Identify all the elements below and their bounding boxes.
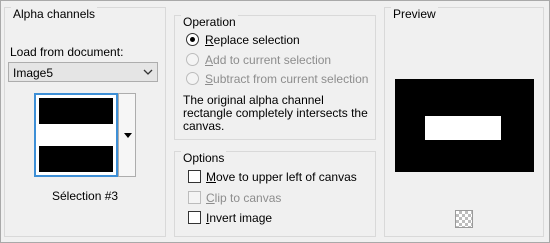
triangle-down-icon — [124, 133, 132, 138]
add-to-selection-radio[interactable] — [186, 53, 199, 66]
operation-description: The original alpha channel rectangle com… — [183, 93, 368, 133]
replace-selection-label[interactable]: Replace selection — [205, 33, 300, 47]
preview-selection-rect — [425, 116, 501, 140]
replace-selection-text: eplace selection — [213, 33, 300, 47]
radio-dot — [190, 37, 195, 42]
document-dropdown[interactable]: Image5 — [8, 62, 158, 82]
load-from-document-label: Load from document: — [10, 45, 124, 59]
options-title: Options — [181, 151, 227, 165]
operation-title: Operation — [181, 15, 238, 29]
move-to-upper-left-text: ove to upper left of canvas — [216, 170, 357, 184]
selection-caption: Sélection #3 — [52, 189, 119, 203]
alpha-channel-thumbnail[interactable] — [34, 93, 118, 177]
preview-title: Preview — [391, 7, 438, 21]
transparency-checker-icon[interactable] — [455, 210, 473, 228]
add-to-selection-label[interactable]: Add to current selection — [205, 53, 331, 67]
clip-to-canvas-text: lip to canvas — [214, 191, 282, 205]
document-dropdown-value: Image5 — [13, 66, 54, 80]
clip-to-canvas-label[interactable]: Clip to canvas — [206, 191, 281, 205]
subtract-from-selection-radio[interactable] — [186, 72, 199, 85]
invert-image-checkbox[interactable] — [188, 211, 201, 224]
clip-to-canvas-checkbox[interactable] — [188, 191, 201, 204]
move-to-upper-left-label[interactable]: Move to upper left of canvas — [206, 170, 357, 184]
invert-image-text: nvert image — [209, 211, 273, 225]
alpha-channels-title: Alpha channels — [11, 7, 98, 21]
replace-selection-radio[interactable] — [186, 33, 199, 46]
subtract-from-selection-label[interactable]: Subtract from current selection — [205, 72, 368, 86]
invert-image-label[interactable]: Invert image — [206, 211, 272, 225]
add-to-selection-text: dd to current selection — [213, 53, 332, 67]
thumbnail-selection-band — [39, 124, 113, 146]
preview-canvas — [395, 79, 534, 172]
move-to-upper-left-checkbox[interactable] — [188, 170, 201, 183]
thumbnail-image — [39, 98, 113, 172]
subtract-from-selection-text: ubtract from current selection — [213, 72, 369, 86]
thumbnail-dropdown-button[interactable] — [118, 93, 136, 177]
chevron-down-icon — [143, 69, 153, 75]
